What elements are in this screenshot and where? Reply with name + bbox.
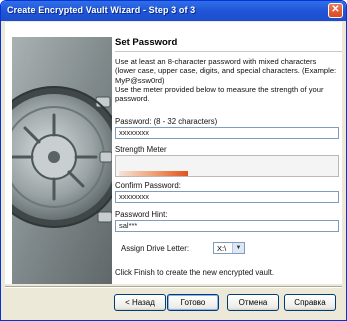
password-label: Password: (8 - 32 characters): [115, 117, 218, 126]
finish-instruction: Click Finish to create the new encrypted…: [115, 268, 275, 277]
password-field[interactable]: xxxxxxxx: [115, 127, 339, 139]
title-bar[interactable]: Create Encrypted Vault Wizard - Step 3 o…: [1, 1, 346, 21]
drive-letter-select[interactable]: X:\ ▼: [213, 242, 245, 254]
help-button[interactable]: Справка: [284, 294, 336, 311]
vault-door-image: [12, 37, 112, 284]
finish-button[interactable]: Готово: [167, 294, 219, 311]
heading-divider: [115, 51, 342, 52]
chevron-down-icon[interactable]: ▼: [232, 243, 244, 253]
drive-letter-value: X:\: [217, 244, 227, 253]
window-title: Create Encrypted Vault Wizard - Step 3 o…: [7, 5, 196, 15]
page-title: Set Password: [115, 37, 178, 48]
close-icon: ✕: [331, 4, 340, 15]
password-hint-label: Password Hint:: [115, 210, 168, 219]
password-hint-field[interactable]: sal***: [115, 220, 339, 232]
wizard-window: Create Encrypted Vault Wizard - Step 3 o…: [0, 0, 347, 321]
confirm-password-field[interactable]: xxxxxxxx: [115, 191, 339, 203]
confirm-password-label: Confirm Password:: [115, 181, 181, 190]
drive-letter-label: Assign Drive Letter:: [121, 244, 190, 253]
close-button[interactable]: ✕: [328, 3, 343, 18]
wizard-content: Set Password Use at least an 8-character…: [5, 22, 342, 284]
button-divider-highlight: [5, 287, 342, 288]
back-button[interactable]: < Назад: [114, 294, 166, 311]
cancel-button[interactable]: Отмена: [227, 294, 279, 311]
strength-meter-label: Strength Meter: [115, 145, 167, 154]
instructions-text: Use at least an 8-character password wit…: [115, 57, 337, 104]
strength-meter: [115, 155, 339, 177]
strength-meter-fill: [119, 171, 188, 176]
